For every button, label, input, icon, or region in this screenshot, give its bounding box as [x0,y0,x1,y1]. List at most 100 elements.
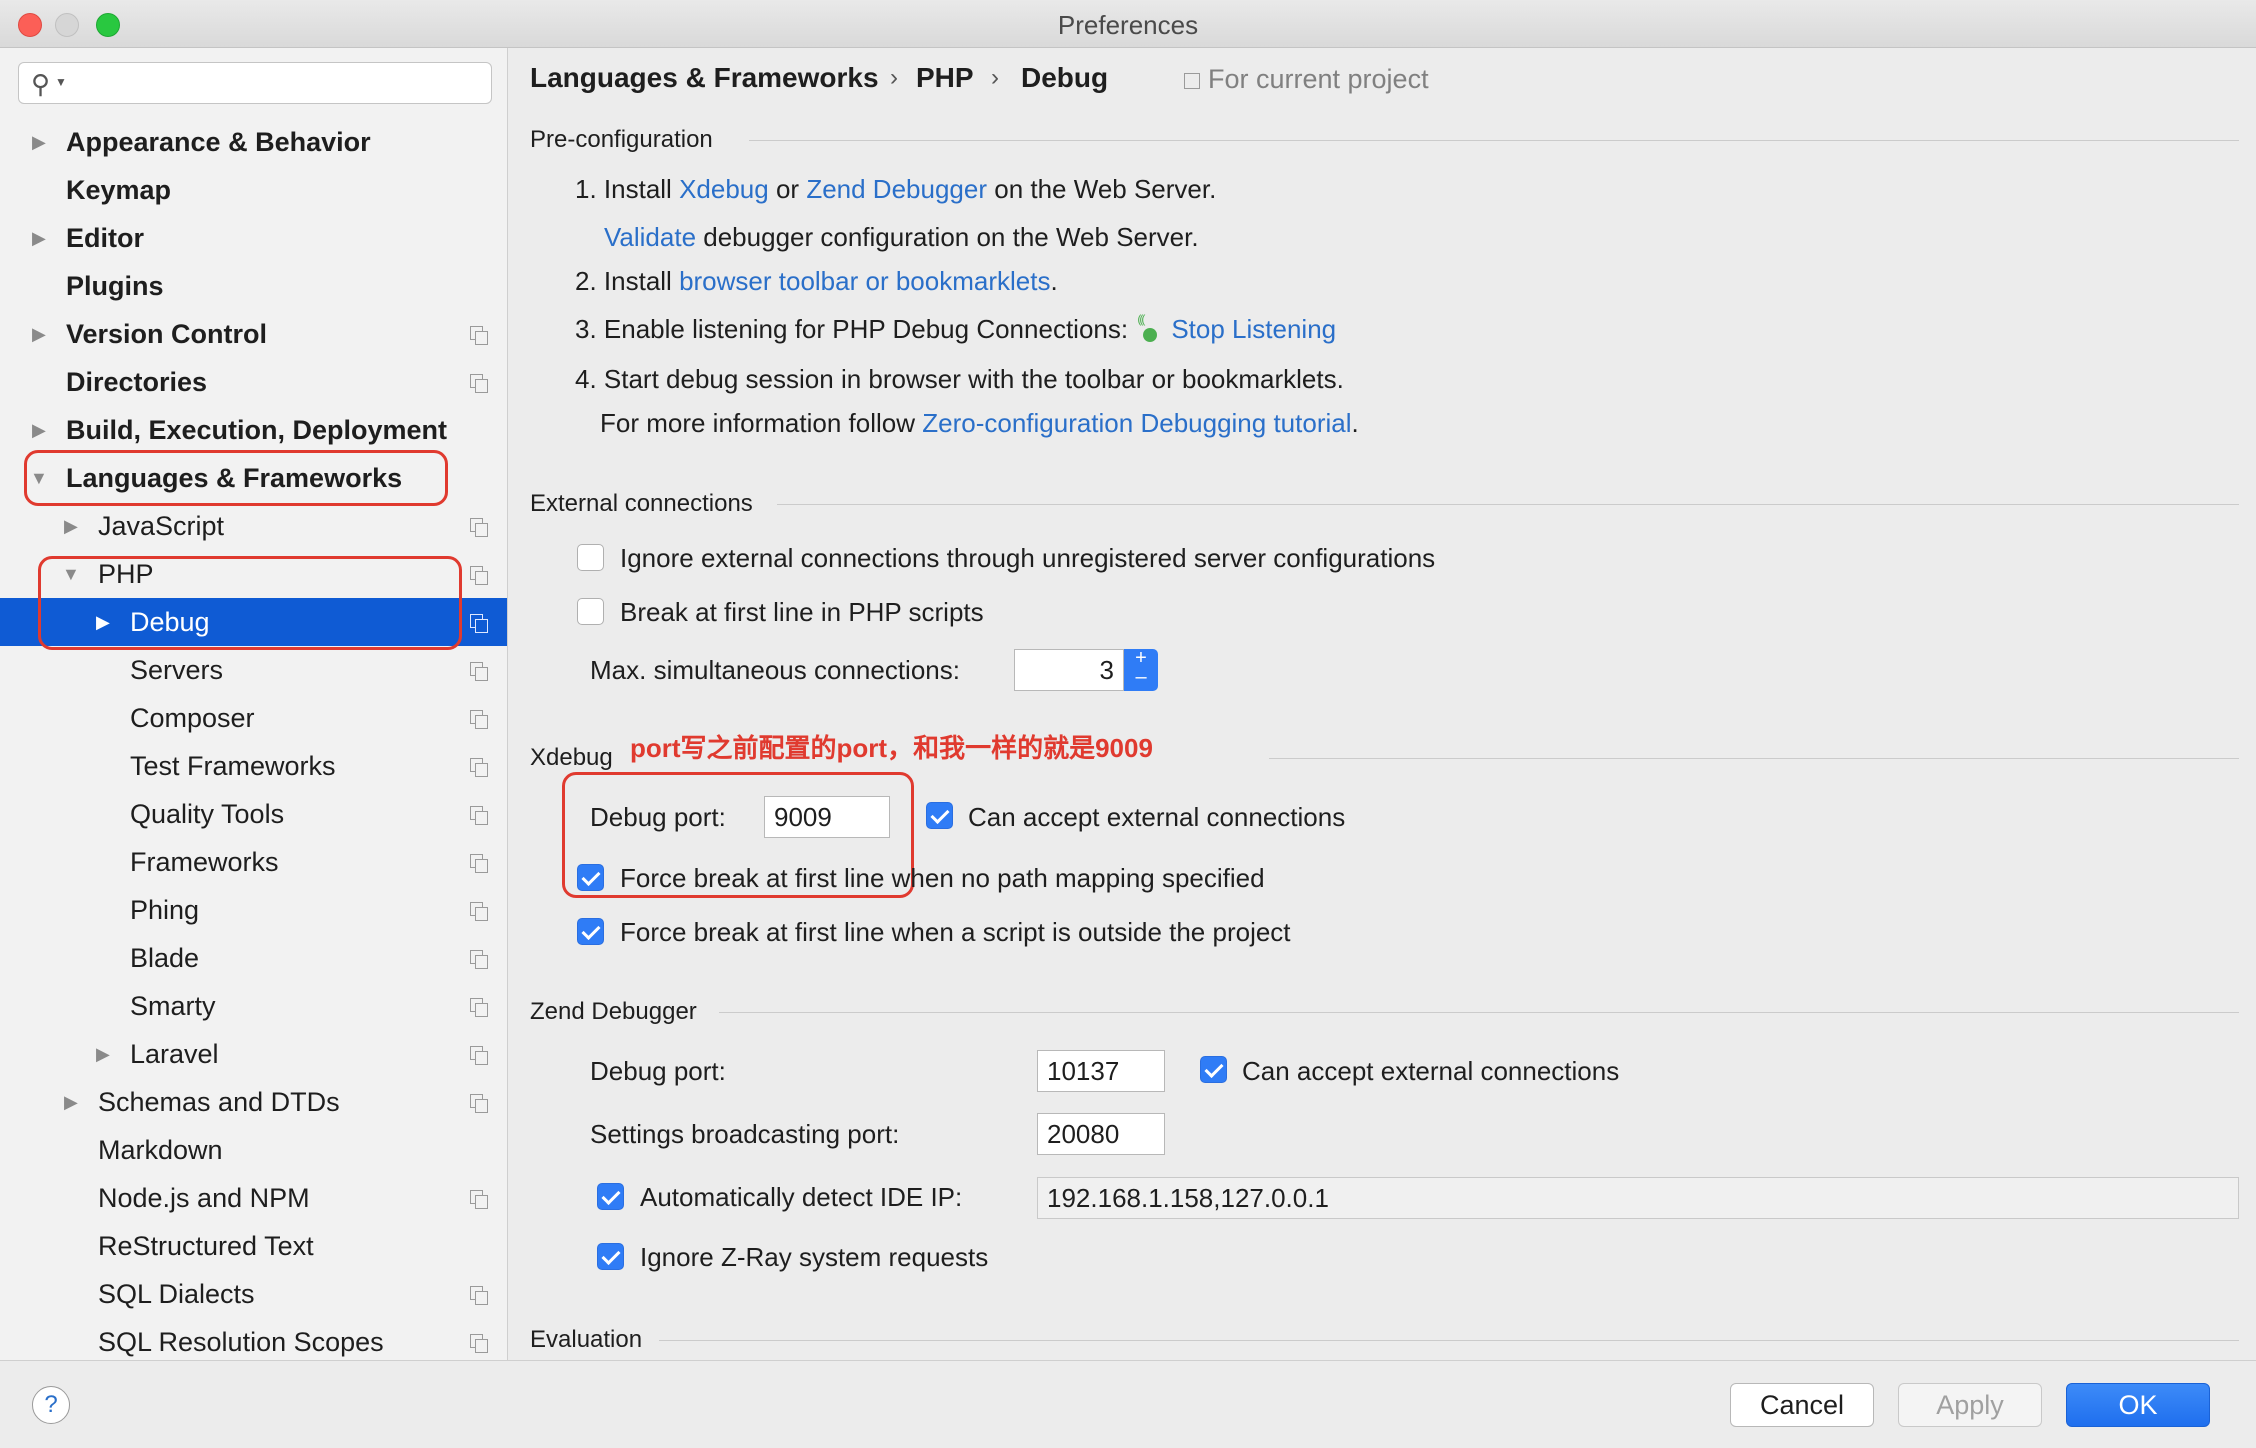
sidebar-item-schemas-dtds[interactable]: ▶ Schemas and DTDs [0,1078,507,1126]
break-first-line-label: Break at first line in PHP scripts [620,597,984,627]
zend-port-input[interactable]: 10137 [1037,1050,1165,1092]
xdebug-port-label: Debug port: [590,802,726,832]
sidebar-item-restructured-text[interactable]: ReStructured Text [0,1222,507,1270]
sidebar-item-frameworks[interactable]: Frameworks [0,838,507,886]
project-scope-icon [470,1286,488,1305]
project-scope-icon [470,1190,488,1209]
force-break-no-path-label: Force break at first line when no path m… [620,863,1265,893]
browser-toolbar-link[interactable]: browser toolbar or bookmarklets [679,266,1050,296]
sidebar-item-smarty[interactable]: Smarty [0,982,507,1030]
project-scope-label: For current project [1184,64,1429,95]
sidebar-item-composer[interactable]: Composer [0,694,507,742]
project-scope-icon [470,326,488,345]
sidebar-item-appearance-behavior[interactable]: ▶ Appearance & Behavior [0,118,507,166]
preconfig-more-info: For more information follow Zero-configu… [600,408,1359,438]
preconfig-step-3: 3. Enable listening for PHP Debug Connec… [575,312,1336,346]
section-title-preconfiguration: Pre-configuration [530,126,713,153]
sidebar-item-javascript[interactable]: ▶ JavaScript [0,502,507,550]
stop-listening-link[interactable]: Stop Listening [1171,314,1336,344]
sidebar-item-plugins[interactable]: Plugins [0,262,507,310]
project-scope-icon [470,998,488,1017]
listening-phone-icon [1135,312,1165,346]
max-connections-stepper[interactable]: + – [1124,648,1158,691]
annotation-note: port写之前配置的port，和我一样的就是9009 [630,733,1153,763]
section-divider [777,504,2239,505]
project-scope-icon [470,1334,488,1353]
search-icon: ⚲ [31,69,51,99]
cancel-button[interactable]: Cancel [1730,1383,1874,1427]
search-options-icon[interactable]: ▼ [55,75,67,89]
annotation-highlight-box [24,450,448,506]
section-title-external-connections: External connections [530,490,753,517]
broadcast-port-input[interactable]: 20080 [1037,1113,1165,1155]
expand-arrow-icon[interactable]: ▶ [96,1030,110,1078]
ignore-zray-checkbox[interactable] [597,1243,624,1270]
preconfig-step-1: 1. Install Xdebug or Zend Debugger on th… [575,174,1217,204]
settings-sidebar: ⚲ ▼ ▶ Appearance & Behavior Keymap ▶ Edi… [0,48,508,1360]
sidebar-item-nodejs-npm[interactable]: Node.js and NPM [0,1174,507,1222]
breadcrumb-separator: › [991,64,999,91]
search-input[interactable]: ⚲ ▼ [18,62,492,104]
section-divider [719,1012,2239,1013]
project-scope-icon [470,374,488,393]
sidebar-item-directories[interactable]: Directories [0,358,507,406]
validate-link[interactable]: Validate [604,222,696,252]
auto-detect-ip-checkbox[interactable] [597,1183,624,1210]
preconfig-step-4: 4. Start debug session in browser with t… [575,364,1344,394]
force-break-outside-project-checkbox[interactable] [577,918,604,945]
sidebar-item-version-control[interactable]: ▶ Version Control [0,310,507,358]
xdebug-link[interactable]: Xdebug [679,174,769,204]
sidebar-item-markdown[interactable]: Markdown [0,1126,507,1174]
expand-arrow-icon[interactable]: ▶ [64,1078,78,1126]
expand-arrow-icon[interactable]: ▶ [32,214,46,262]
project-scope-icon [470,710,488,729]
auto-detect-ip-label: Automatically detect IDE IP: [640,1182,963,1212]
force-break-no-path-checkbox[interactable] [577,864,604,891]
sidebar-item-editor[interactable]: ▶ Editor [0,214,507,262]
ignore-external-connections-label: Ignore external connections through unre… [620,543,1436,573]
sidebar-item-sql-resolution-scopes[interactable]: SQL Resolution Scopes [0,1318,507,1360]
expand-arrow-icon[interactable]: ▶ [32,406,46,454]
zend-port-label: Debug port: [590,1056,726,1086]
dialog-button-bar: ? Cancel Apply OK [0,1360,2256,1448]
xdebug-accept-external-checkbox[interactable] [926,802,953,829]
sidebar-item-sql-dialects[interactable]: SQL Dialects [0,1270,507,1318]
project-scope-icon [470,662,488,681]
section-divider [1269,758,2239,759]
help-button[interactable]: ? [32,1386,70,1424]
break-first-line-checkbox[interactable] [577,598,604,625]
sidebar-item-phing[interactable]: Phing [0,886,507,934]
breadcrumb-php[interactable]: PHP [916,62,974,94]
ok-button[interactable]: OK [2066,1383,2210,1427]
sidebar-item-keymap[interactable]: Keymap [0,166,507,214]
expand-arrow-icon[interactable]: ▶ [32,118,46,166]
breadcrumb-languages-frameworks[interactable]: Languages & Frameworks [530,62,879,94]
sidebar-item-test-frameworks[interactable]: Test Frameworks [0,742,507,790]
sidebar-item-laravel[interactable]: ▶ Laravel [0,1030,507,1078]
preconfig-step-2: 2. Install browser toolbar or bookmarkle… [575,266,1058,296]
title-bar: Preferences [0,0,2256,48]
breadcrumb-debug: Debug [1021,62,1109,93]
ignore-external-connections-checkbox[interactable] [577,544,604,571]
project-scope-icon [1184,72,1200,89]
sidebar-item-blade[interactable]: Blade [0,934,507,982]
zend-accept-external-checkbox[interactable] [1200,1056,1227,1083]
preconfig-validate: Validate debugger configuration on the W… [604,222,1199,252]
apply-button[interactable]: Apply [1898,1383,2042,1427]
project-scope-icon [470,1094,488,1113]
xdebug-port-input[interactable]: 9009 [764,796,890,838]
zend-debugger-link[interactable]: Zend Debugger [806,174,987,204]
project-scope-icon [470,806,488,825]
max-connections-input[interactable]: 3 [1014,649,1124,691]
sidebar-item-build-execution-deployment[interactable]: ▶ Build, Execution, Deployment [0,406,507,454]
section-divider [749,140,2239,141]
zero-config-tutorial-link[interactable]: Zero-configuration Debugging tutorial [922,408,1351,438]
expand-arrow-icon[interactable]: ▶ [32,310,46,358]
expand-arrow-icon[interactable]: ▶ [64,502,78,550]
sidebar-item-quality-tools[interactable]: Quality Tools [0,790,507,838]
force-break-outside-project-label: Force break at first line when a script … [620,917,1291,947]
section-title-zend-debugger: Zend Debugger [530,998,697,1025]
xdebug-accept-external-label: Can accept external connections [968,802,1346,832]
section-title-evaluation: Evaluation [530,1326,643,1353]
sidebar-item-servers[interactable]: Servers [0,646,507,694]
